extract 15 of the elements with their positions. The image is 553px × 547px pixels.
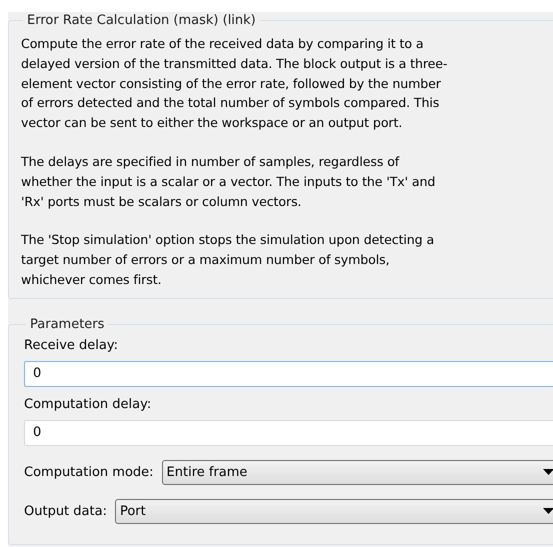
group-title: Parameters — [29, 316, 106, 332]
dropdown[interactable]: Entire frame — [162, 460, 553, 485]
input-field[interactable]: 0 — [24, 420, 553, 446]
field-label: Computation delay: — [24, 396, 152, 412]
field-label: Computation mode: — [24, 464, 154, 480]
description-paragraph: The delays are specified in number of samples, regardless of whether the input is a scalar or a vector. The inputs to the 'Tx' and 'Rx' ports must be scalars or column vectors. — [21, 152, 436, 211]
description-paragraph: The 'Stop simulation' option stops the simulation upon detecting a target number of errors or a maximum number of symbols, whichever comes first. — [21, 231, 436, 289]
caret-icon — [543, 508, 553, 514]
input-field[interactable]: 0 — [24, 360, 553, 387]
dropdown[interactable]: Port — [114, 498, 553, 524]
group-title: Error Rate Calculation (mask) (link) — [26, 13, 257, 28]
field-label: Output data: — [24, 504, 107, 519]
field-label: Receive delay: — [24, 338, 119, 353]
description-paragraph: Compute the error rate of the received data by comparing it to a delayed version of the transmitted data. The block output is a three- element vector consisting of the error rate, followed by the number of errors detected and the total number of symbols compared. This vector can be sent to either the workspace or an output port. — [21, 35, 448, 132]
caret-icon — [543, 469, 553, 476]
